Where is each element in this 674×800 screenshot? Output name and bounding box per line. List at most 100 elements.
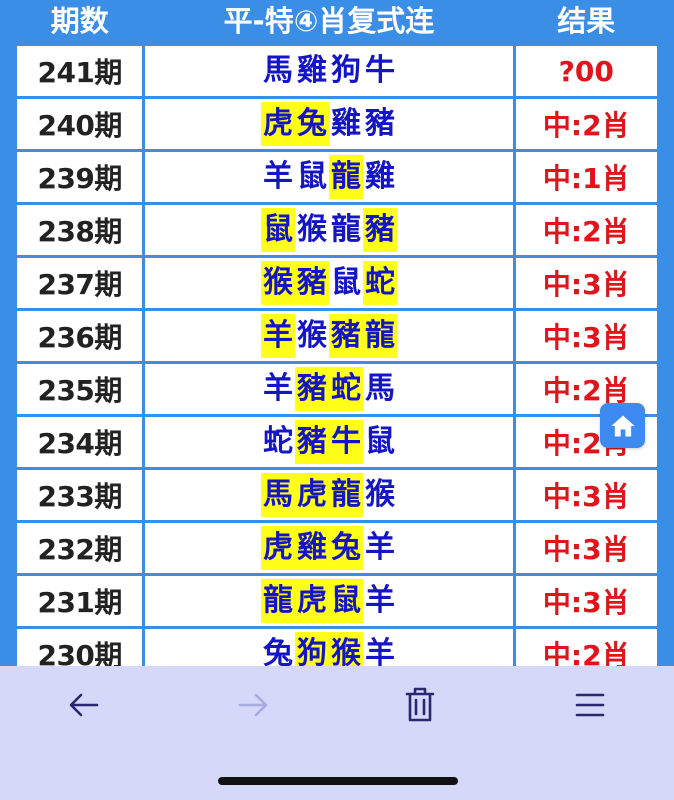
zodiac-sign: 羊 xyxy=(364,636,395,666)
period-cell: 240期 xyxy=(17,99,143,149)
period-cell: 232期 xyxy=(17,523,143,573)
zodiac-sign: 猴 xyxy=(328,632,363,666)
zodiac-sign: 猴 xyxy=(296,212,327,247)
result-cell: 中:3肖 xyxy=(515,311,657,361)
zodiac-cell: 虎兔雞豬 xyxy=(145,99,513,149)
period-cell: 241期 xyxy=(17,46,143,96)
zodiac-cell: 羊猴豬龍 xyxy=(145,311,513,361)
zodiac-sign: 猴 xyxy=(364,477,395,512)
period-cell: 236期 xyxy=(17,311,143,361)
zodiac-sign: 虎 xyxy=(294,473,329,517)
table-row: 238期鼠猴龍豬中:2肖 xyxy=(17,205,657,255)
result-cell: 中:1肖 xyxy=(515,152,657,202)
result-cell: 中:2肖 xyxy=(515,629,657,666)
zodiac-cell: 羊鼠龍雞 xyxy=(145,152,513,202)
zodiac-sign: 馬 xyxy=(364,371,395,406)
home-button[interactable] xyxy=(600,403,645,448)
period-cell: 239期 xyxy=(17,152,143,202)
lottery-table: 期数 平-特④肖复式连 结果 241期馬雞狗牛 ?00 240期虎兔雞豬中:2肖 23… xyxy=(14,0,660,666)
table-row: 240期虎兔雞豬中:2肖 xyxy=(17,99,657,149)
zodiac-sign: 蛇 xyxy=(328,367,363,411)
table-row: 236期羊猴豬龍中:3肖 xyxy=(17,311,657,361)
zodiac-cell: 鼠猴龍豬 xyxy=(145,205,513,255)
period-cell: 238期 xyxy=(17,205,143,255)
zodiac-sign: 雞 xyxy=(330,106,361,141)
zodiac-sign: 豬 xyxy=(294,420,329,464)
period-cell: 230期 xyxy=(17,629,143,666)
zodiac-sign: 猴 xyxy=(260,261,295,305)
header-zodiac: 平-特④肖复式连 xyxy=(145,0,513,43)
result-cell: 中:3肖 xyxy=(515,258,657,308)
table-row: 237期 猴豬鼠蛇 中:3肖 xyxy=(17,258,657,308)
zodiac-sign: 馬 xyxy=(260,473,295,517)
zodiac-cell: 馬虎龍猴 xyxy=(145,470,513,520)
period-cell: 231期 xyxy=(17,576,143,626)
zodiac-sign: 虎 xyxy=(294,579,329,623)
table-header-row: 期数 平-特④肖复式连 结果 xyxy=(17,0,657,43)
table-row: 230期 兔狗猴羊 中:2肖 xyxy=(17,629,657,666)
zodiac-sign: 牛 xyxy=(364,53,395,88)
table-row: 232期虎雞兔羊中:3肖 xyxy=(17,523,657,573)
zodiac-sign: 龍 xyxy=(362,314,397,358)
zodiac-cell: 馬雞狗牛 xyxy=(145,46,513,96)
zodiac-sign: 虎 xyxy=(260,102,295,146)
zodiac-sign: 豬 xyxy=(294,367,329,411)
table-row: 235期羊豬蛇馬中:2肖 xyxy=(17,364,657,414)
zodiac-sign: 猴 xyxy=(296,318,327,353)
result-cell: 中:3肖 xyxy=(515,576,657,626)
header-period: 期数 xyxy=(17,0,143,43)
lottery-table-frame: 期数 平-特④肖复式连 结果 241期馬雞狗牛 ?00 240期虎兔雞豬中:2肖 23… xyxy=(0,0,674,666)
result-cell: 中:2肖 xyxy=(515,205,657,255)
period-cell: 234期 xyxy=(17,417,143,467)
zodiac-sign: 龍 xyxy=(328,155,363,199)
trash-icon xyxy=(405,687,435,722)
zodiac-sign: 牛 xyxy=(328,420,363,464)
header-result: 结果 xyxy=(515,0,657,43)
zodiac-sign: 羊 xyxy=(364,583,395,618)
result-cell: ?00 xyxy=(515,46,657,96)
zodiac-sign: 鼠 xyxy=(330,265,361,300)
zodiac-sign: 鼠 xyxy=(328,579,363,623)
period-cell: 233期 xyxy=(17,470,143,520)
zodiac-sign: 羊 xyxy=(262,371,293,406)
zodiac-sign: 豬 xyxy=(294,261,329,305)
zodiac-sign: 龍 xyxy=(328,473,363,517)
back-arrow-icon xyxy=(69,693,99,717)
forward-button[interactable] xyxy=(223,680,283,730)
zodiac-cell: 蛇豬牛鼠 xyxy=(145,417,513,467)
zodiac-sign: 豬 xyxy=(362,208,397,252)
zodiac-sign: 豬 xyxy=(364,106,395,141)
zodiac-cell: 羊豬蛇馬 xyxy=(145,364,513,414)
result-cell: 中:3肖 xyxy=(515,470,657,520)
home-indicator xyxy=(218,777,458,785)
result-cell: 中:3肖 xyxy=(515,523,657,573)
zodiac-sign: 龍 xyxy=(260,579,295,623)
zodiac-sign: 蛇 xyxy=(262,424,293,459)
period-cell: 237期 xyxy=(17,258,143,308)
menu-icon xyxy=(575,693,605,717)
zodiac-sign: 鼠 xyxy=(296,159,327,194)
home-icon xyxy=(610,415,635,436)
zodiac-sign: 兔 xyxy=(328,526,363,570)
zodiac-sign: 虎 xyxy=(260,526,295,570)
zodiac-sign: 羊 xyxy=(262,159,293,194)
zodiac-sign: 雞 xyxy=(296,53,327,88)
zodiac-sign: 豬 xyxy=(328,314,363,358)
forward-arrow-icon xyxy=(238,693,268,717)
zodiac-sign: 雞 xyxy=(364,159,395,194)
menu-button[interactable] xyxy=(560,680,620,730)
zodiac-sign: 鼠 xyxy=(260,208,295,252)
zodiac-sign: 蛇 xyxy=(362,261,397,305)
zodiac-cell: 虎雞兔羊 xyxy=(145,523,513,573)
table-row: 234期蛇豬牛鼠中:2肖 xyxy=(17,417,657,467)
table-row: 241期馬雞狗牛 ?00 xyxy=(17,46,657,96)
delete-button[interactable] xyxy=(390,680,450,730)
zodiac-sign: 龍 xyxy=(330,212,361,247)
back-button[interactable] xyxy=(54,680,114,730)
zodiac-sign: 雞 xyxy=(294,526,329,570)
zodiac-sign: 狗 xyxy=(294,632,329,666)
zodiac-sign: 兔 xyxy=(262,636,293,666)
zodiac-sign: 鼠 xyxy=(364,424,395,459)
table-row: 231期 龍虎鼠羊 中:3肖 xyxy=(17,576,657,626)
zodiac-sign: 羊 xyxy=(260,314,295,358)
